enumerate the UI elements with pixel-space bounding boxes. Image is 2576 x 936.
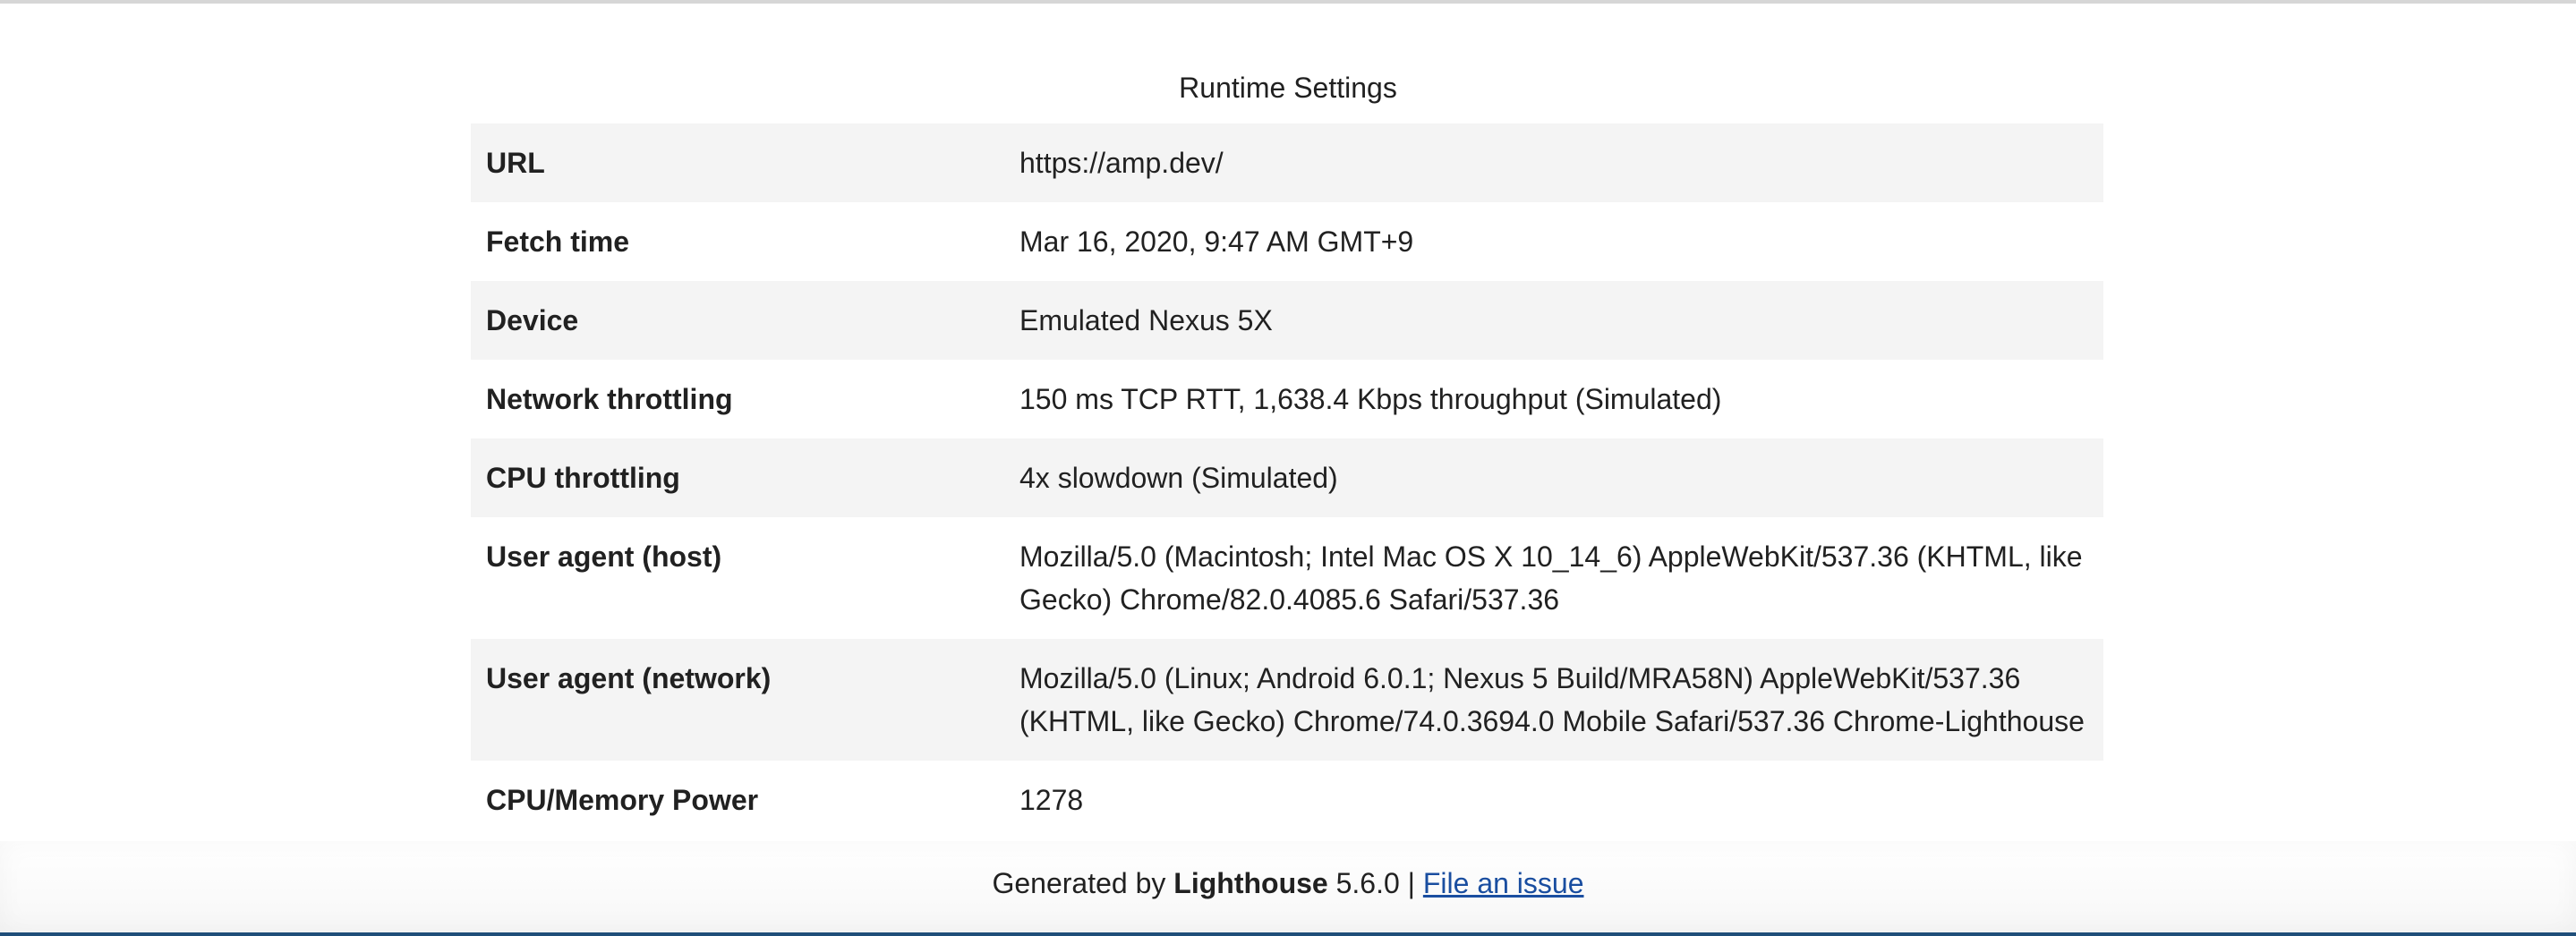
setting-value-line: (KHTML, like Gecko) Chrome/74.0.3694.0 M… bbox=[1019, 705, 2085, 737]
settings-row-user-agent-host: User agent (host) Mozilla/5.0 (Macintosh… bbox=[471, 517, 2103, 639]
setting-value: Emulated Nexus 5X bbox=[1019, 304, 1273, 336]
setting-label: Network throttling bbox=[486, 383, 733, 415]
report-footer: Generated by Lighthouse 5.6.0 | File an … bbox=[0, 863, 2576, 904]
footer-separator: | bbox=[1407, 867, 1415, 899]
settings-row-url: URL https://amp.dev/ bbox=[471, 123, 2103, 202]
top-divider bbox=[0, 0, 2576, 4]
setting-value: 150 ms TCP RTT, 1,638.4 Kbps throughput … bbox=[1019, 383, 1722, 415]
section-title: Runtime Settings bbox=[1179, 72, 1397, 104]
setting-value: 4x slowdown (Simulated) bbox=[1019, 462, 1338, 494]
footer-version: 5.6.0 bbox=[1335, 867, 1400, 899]
setting-value: Mozilla/5.0 (Macintosh; Intel Mac OS X 1… bbox=[1019, 535, 2103, 621]
setting-label: User agent (network) bbox=[486, 662, 772, 694]
setting-label: CPU/Memory Power bbox=[486, 784, 759, 816]
settings-row-network-throttling: Network throttling 150 ms TCP RTT, 1,638… bbox=[471, 360, 2103, 438]
settings-row-fetch-time: Fetch time Mar 16, 2020, 9:47 AM GMT+9 bbox=[471, 202, 2103, 281]
setting-value: Mar 16, 2020, 9:47 AM GMT+9 bbox=[1019, 225, 1414, 258]
setting-value-line: Gecko) Chrome/82.0.4085.6 Safari/537.36 bbox=[1019, 583, 1560, 616]
setting-label: Device bbox=[486, 304, 579, 336]
settings-row-cpu-throttling: CPU throttling 4x slowdown (Simulated) bbox=[471, 438, 2103, 517]
setting-value-line: Mozilla/5.0 (Macintosh; Intel Mac OS X 1… bbox=[1019, 540, 2083, 573]
footer-generated-by: Generated by bbox=[992, 867, 1166, 899]
setting-label: CPU throttling bbox=[486, 462, 680, 494]
file-issue-link[interactable]: File an issue bbox=[1423, 867, 1584, 899]
setting-value: 1278 bbox=[1019, 784, 1084, 816]
settings-row-user-agent-network: User agent (network) Mozilla/5.0 (Linux;… bbox=[471, 639, 2103, 761]
settings-row-device: Device Emulated Nexus 5X bbox=[471, 281, 2103, 360]
footer-tool-name: Lighthouse bbox=[1173, 867, 1328, 899]
setting-label: URL bbox=[486, 147, 545, 179]
settings-row-cpu-memory-power: CPU/Memory Power 1278 bbox=[471, 761, 2103, 838]
setting-label: User agent (host) bbox=[486, 540, 722, 573]
setting-value: https://amp.dev/ bbox=[1019, 147, 1224, 179]
setting-label: Fetch time bbox=[486, 225, 630, 258]
setting-value: Mozilla/5.0 (Linux; Android 6.0.1; Nexus… bbox=[1019, 657, 2103, 743]
runtime-settings-table: URL https://amp.dev/ Fetch time Mar 16, … bbox=[471, 123, 2103, 838]
setting-value-line: Mozilla/5.0 (Linux; Android 6.0.1; Nexus… bbox=[1019, 662, 2021, 694]
bottom-accent-bar bbox=[0, 932, 2576, 936]
